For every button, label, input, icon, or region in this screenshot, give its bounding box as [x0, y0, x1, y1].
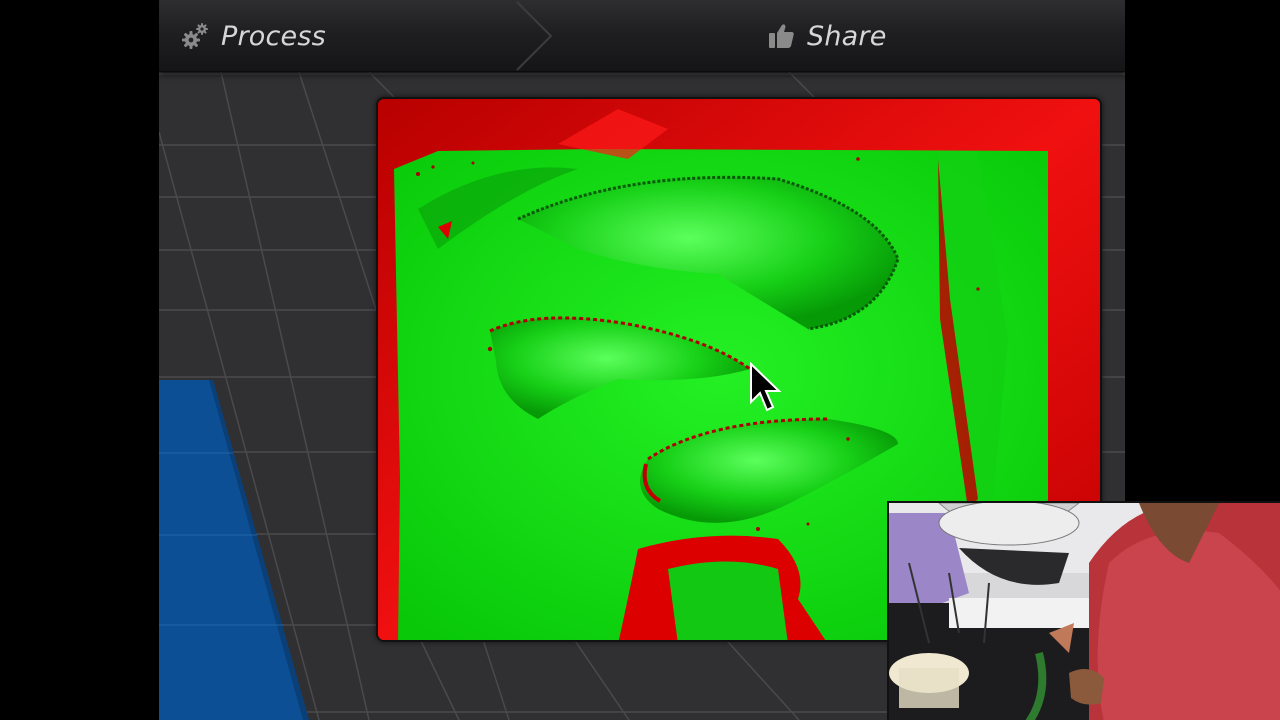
process-button[interactable]: Process — [179, 0, 326, 72]
thumbs-up-icon — [765, 20, 797, 52]
gears-icon — [179, 20, 211, 52]
top-toolbar: Process Share — [159, 0, 1125, 72]
webcam-overlay — [887, 501, 1280, 720]
share-button[interactable]: Share — [765, 0, 887, 72]
share-label: Share — [807, 20, 887, 52]
webcam-feed — [889, 503, 1280, 720]
mouse-cursor-icon — [750, 362, 782, 412]
process-label: Process — [221, 20, 326, 52]
blue-panel — [159, 380, 309, 720]
step-chevron-icon — [516, 1, 553, 71]
